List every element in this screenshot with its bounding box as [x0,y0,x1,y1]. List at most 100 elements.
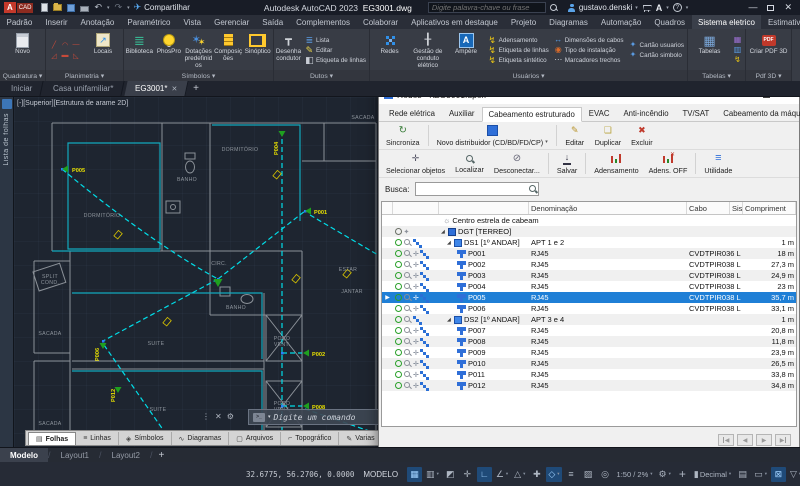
route-icon[interactable] [420,327,423,330]
close-command-icon[interactable]: ✕ [215,412,222,421]
status-grid-icon[interactable]: ▦ [407,467,422,482]
next-record-button[interactable]: ▶ [756,434,772,446]
layout-tab-layout1[interactable]: Layout1 [51,448,99,462]
cable-point-p012[interactable]: P012 [111,387,122,402]
ribbon-button-criar-pdf-3d[interactable]: Criar PDF 3D [747,30,790,70]
ribbon-tab-anotacao[interactable]: Anotação [74,15,121,29]
ribbon-button-tabelas[interactable]: Tabelas [689,30,730,70]
add-icon[interactable]: ✛ [413,305,419,313]
ribbon-button-locais[interactable]: Locais [84,30,122,70]
status-circle-icon[interactable] [395,305,402,312]
route-icon[interactable] [420,371,423,374]
ribbon-tab-colaborar[interactable]: Colaborar [356,15,404,29]
status-isodraft-icon[interactable]: △▾ [512,467,527,482]
status-circle-icon[interactable] [395,272,402,279]
status-lineweight-icon[interactable]: ≡ [564,467,579,482]
ribbon-button-redes[interactable]: Redes [371,30,408,70]
add-icon[interactable]: ✛ [413,272,419,280]
expander-icon[interactable]: ◢ [447,317,454,323]
add-icon[interactable]: ✛ [413,360,419,368]
minimize-button[interactable]: — [748,3,757,12]
col-cabo[interactable]: Cabo [687,202,730,214]
ribbon-tab-gerenciar[interactable]: Gerenciar [208,15,256,29]
status-circle-icon[interactable] [395,371,402,378]
redo-dropdown-icon[interactable]: ▾ [127,5,130,11]
locate-icon[interactable] [404,305,412,313]
toolbar-button-utilidade[interactable]: Utilidade [699,151,737,176]
ribbon-tab-estimativas[interactable]: Estimativas [761,15,800,29]
ribbon-button-tipo-de-instalacao[interactable]: Tipo de instalação [554,46,624,55]
floorplan-canvas[interactable]: DORMITÓRIOBANHODORMITÓRIOSACADAESTARJANT… [14,103,380,439]
expander-icon[interactable]: ◢ [441,229,448,235]
status-polar-tracking-icon[interactable]: ∠▾ [494,467,510,482]
ribbon-button-composicoes[interactable]: Composições [214,30,243,70]
sheet-list-palette[interactable]: Lista de folhas [0,97,14,447]
ribbon-tab-projeto[interactable]: Projeto [504,15,542,29]
status-circle-icon[interactable] [395,327,402,334]
dock-tab-folhas[interactable]: ▤Folhas [28,432,76,445]
table-row-p001[interactable]: ✛P001RJ45CVDTPIR036 L18 m [382,248,796,259]
ribbon-button-etiqueta-sintetico[interactable]: Etiqueta sintético [488,56,549,65]
locate-icon[interactable] [404,272,412,280]
dock-tab-simbolos[interactable]: ◈Símbolos [119,432,172,445]
ribbon-tab-vista[interactable]: Vista [177,15,208,29]
save-icon[interactable] [67,4,75,12]
status-annotation-lock-icon[interactable]: ⊠ [771,467,786,482]
ribbon-group-label-simbolos[interactable]: Símbolos ▾ [124,70,273,81]
dock-tab-topografico[interactable]: ⌐Topográfico [281,432,339,445]
toolbar-button-sincroniza[interactable]: Sincroniza [381,123,425,148]
status-snap-mode-icon[interactable]: ▥▾ [424,467,441,482]
file-tab-casa-unifamiliar[interactable]: Casa unifamiliar* [43,81,126,96]
add-icon[interactable]: ✛ [413,261,419,269]
ribbon-button-phospro[interactable]: PhosPro [155,30,184,70]
cable-point-p002[interactable]: P002 [303,350,325,359]
viewport-controls-label[interactable]: [-][Superior][Estrutura de arame 2D] [17,100,128,107]
layout-tab-layout2[interactable]: Layout2 [102,448,150,462]
ribbon-button-t3[interactable] [733,56,742,65]
ribbon-button-cartao-simbolo[interactable]: Cartão simbolo [629,51,684,60]
locate-icon[interactable] [404,283,412,291]
cable-point-p004[interactable]: P004 [274,131,286,155]
ribbon-button-dotacoes-predefinidos[interactable]: Dotações predefinidos [184,30,213,70]
table-row-p003[interactable]: ✛P003RJ45CVDTPIR038 L24,9 m [382,270,796,281]
col-denominacao[interactable]: Denominação [529,202,687,214]
ribbon-group-label-planimetria[interactable]: Planimetria ▾ [46,70,123,81]
toolbar-button-desconectar[interactable]: Desconectar... [489,151,545,176]
status-units-icon[interactable]: ▮Decimal▾ [692,467,733,482]
cable-point-p001[interactable]: P001 [305,208,327,217]
ribbon-button-etiqueta-de-linhas[interactable]: Etiqueta de linhas [488,46,549,55]
route-icon[interactable] [420,382,423,385]
toolbar-button-novo-distribuidor-cd-bd-fd-cp[interactable]: Novo distribuidor (CD/BD/FD/CP)▾ [432,123,553,148]
locate-icon[interactable] [404,360,412,368]
planimetria-tool-icon-2[interactable]: ◠ [60,40,70,50]
add-icon[interactable]: ✛ [413,250,419,258]
cable-point-p005[interactable]: P005 [62,166,85,175]
new-layout-button[interactable]: + [158,450,164,461]
ribbon-button-dimensoes-de-cabos[interactable]: Dimensões de cabos [554,36,624,45]
planimetria-tool-icon-3[interactable]: ― [71,40,81,50]
ribbon-group-label-pdf-3d[interactable]: Pdf 3D ▾ [746,70,791,81]
dialog-tab-evac[interactable]: EVAC [582,106,617,121]
table-row-p005[interactable]: ▶✛P005RJ45CVDTPIR038 L35,7 m [382,292,796,303]
status-dynamic-input-icon[interactable]: ✛ [460,467,475,482]
add-icon[interactable]: ✛ [413,349,419,357]
route-icon[interactable] [420,349,423,352]
dialog-tab-tv-sat[interactable]: TV/SAT [676,106,717,121]
status-circle-icon[interactable] [395,228,402,235]
ribbon-group-label-quadratura[interactable]: Quadratura ▾ [0,70,45,81]
add-icon[interactable]: ✛ [413,294,419,302]
expander-icon[interactable]: ◢ [447,240,454,246]
status-annotation-visibility-icon[interactable]: ▤ [735,467,750,482]
table-row-ds2-1-andar[interactable]: ◢DS2 [1º ANDAR]APT 3 e 41 m [382,314,796,325]
route-icon[interactable] [420,360,423,363]
status-transparency-icon[interactable]: ▨ [581,467,596,482]
locate-icon[interactable] [404,261,412,269]
table-row-p008[interactable]: ✛P008RJ4511,8 m [382,336,796,347]
open-icon[interactable] [53,4,62,11]
ribbon-tab-parametrico[interactable]: Paramétrico [121,15,177,29]
ribbon-button-marcadores-trechos[interactable]: Marcadores trechos [554,56,624,65]
status-circle-icon[interactable] [395,382,402,389]
dialog-tab-cabeamento-da-maquina[interactable]: Cabeamento da máquina [716,106,800,121]
locate-icon[interactable] [404,338,412,346]
first-record-button[interactable]: ◀ [718,434,734,446]
